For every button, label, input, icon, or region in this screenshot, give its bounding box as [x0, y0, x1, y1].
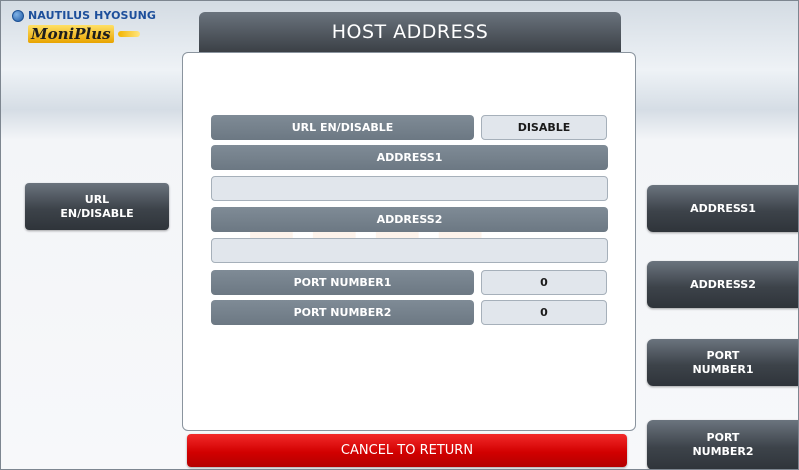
port-number1-value: 0 [481, 270, 607, 295]
address1-value [211, 176, 608, 201]
port-number2-label: PORT NUMBER2 [211, 300, 474, 325]
url-enable-button[interactable]: URL EN/DISABLE [25, 183, 169, 230]
product-name-text: MoniPlus [28, 25, 114, 43]
port-number2-button[interactable]: PORT NUMBER2 [647, 420, 799, 470]
brand-row: NAUTILUS HYOSUNG [12, 9, 172, 22]
address2-button[interactable]: ADDRESS2 [647, 261, 799, 308]
address1-button[interactable]: ADDRESS1 [647, 185, 799, 232]
product-name: MoniPlus [28, 25, 172, 43]
address2-value [211, 238, 608, 263]
url-enable-value: DISABLE [481, 115, 607, 140]
port-number2-value: 0 [481, 300, 607, 325]
url-enable-label: URL EN/DISABLE [211, 115, 474, 140]
port-number1-button[interactable]: PORT NUMBER1 [647, 339, 799, 386]
address2-label: ADDRESS2 [211, 207, 608, 232]
screen-title: HOST ADDRESS [199, 12, 621, 52]
address1-label: ADDRESS1 [211, 145, 608, 170]
brand-logo: NAUTILUS HYOSUNG MoniPlus [12, 9, 172, 49]
globe-logo-icon [12, 9, 24, 22]
port-number1-label: PORT NUMBER1 [211, 270, 474, 295]
brand-name: NAUTILUS HYOSUNG [28, 9, 157, 22]
cancel-to-return-button[interactable]: CANCEL TO RETURN [187, 434, 627, 467]
product-swoosh-icon [117, 31, 140, 37]
